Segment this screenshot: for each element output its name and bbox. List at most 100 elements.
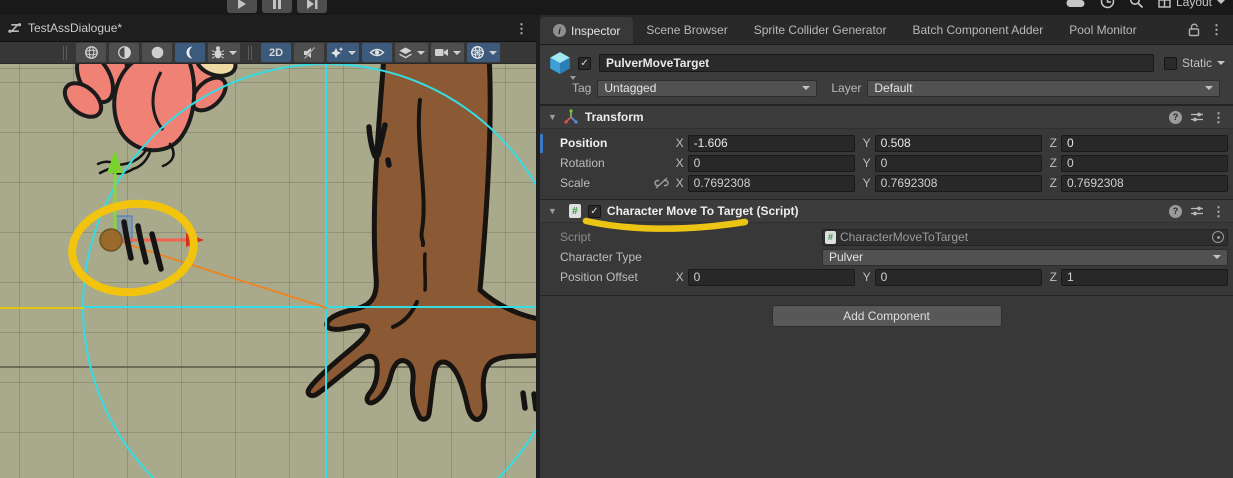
static-caret-icon[interactable]: [1217, 61, 1225, 65]
tag-label: Tag: [572, 81, 591, 95]
inspector-kebab-icon[interactable]: ⋮: [1210, 23, 1223, 36]
transform-header[interactable]: ▼ Transform ? ⋮: [540, 105, 1233, 129]
scale-y-field[interactable]: [875, 175, 1042, 192]
tab-sprite-collider-generator[interactable]: Sprite Collider Generator: [741, 15, 900, 44]
shading-shaded-wire-button[interactable]: [109, 43, 139, 62]
gizmo-orientation-button[interactable]: [467, 43, 500, 62]
layers-button[interactable]: [395, 43, 428, 62]
add-component-button[interactable]: Add Component: [772, 305, 1002, 327]
effects-button[interactable]: [327, 43, 359, 62]
layout-dropdown[interactable]: Layout: [1158, 0, 1225, 9]
debug-bug-button[interactable]: [208, 43, 240, 62]
help-icon[interactable]: ?: [1169, 205, 1182, 218]
step-button[interactable]: [297, 0, 327, 13]
rotation-label: Rotation: [560, 156, 676, 170]
tag-caret-icon: [802, 86, 810, 90]
static-group[interactable]: Static: [1164, 56, 1225, 70]
x-axis-label: X: [676, 136, 684, 150]
rotation-y-field[interactable]: [875, 155, 1042, 172]
tab-scene-browser[interactable]: Scene Browser: [633, 15, 740, 44]
object-picker-icon[interactable]: [1212, 231, 1224, 243]
target-dot[interactable]: [100, 229, 122, 251]
position-z-field[interactable]: [1061, 135, 1228, 152]
play-controls: [227, 0, 327, 13]
script-component-header[interactable]: ▼ # ✓ Character Move To Target (Script) …: [540, 199, 1233, 223]
shading-solid-button[interactable]: [142, 43, 172, 62]
cloud-icon[interactable]: [1066, 0, 1086, 9]
offset-z-field[interactable]: [1061, 269, 1228, 286]
active-checkbox[interactable]: ✓: [578, 57, 591, 70]
position-row: Position X Y Z: [540, 133, 1233, 153]
static-label: Static: [1182, 56, 1212, 70]
static-checkbox[interactable]: [1164, 57, 1177, 70]
scene-visibility-button[interactable]: [362, 43, 392, 62]
layers-icon: [398, 46, 413, 60]
history-icon[interactable]: [1100, 0, 1115, 9]
character-type-dropdown[interactable]: Pulver: [822, 249, 1228, 266]
transform-icon: [563, 109, 579, 125]
scene-lighting-button[interactable]: [175, 43, 205, 62]
gameobject-name-field[interactable]: [599, 54, 1154, 72]
audio-mute-button[interactable]: [294, 43, 324, 62]
eye-icon: [369, 46, 385, 59]
character-type-caret-icon: [1213, 255, 1221, 259]
tab-pool-monitor[interactable]: Pool Monitor: [1056, 15, 1149, 44]
tag-dropdown[interactable]: Untagged: [597, 80, 817, 97]
rotation-row: Rotation X Y Z: [540, 153, 1233, 173]
icon-caret-icon: [570, 76, 576, 80]
character-type-value: Pulver: [829, 250, 863, 264]
inspector-panel: i Inspector Scene Browser Sprite Collide…: [536, 15, 1233, 478]
position-y-field[interactable]: [875, 135, 1042, 152]
unlinked-scale-icon[interactable]: [654, 177, 669, 189]
pause-button[interactable]: [262, 0, 292, 13]
tab-batch-component-adder[interactable]: Batch Component Adder: [899, 15, 1056, 44]
tree-sprite[interactable]: [308, 64, 536, 419]
tab-inspector[interactable]: i Inspector: [540, 17, 633, 44]
component-kebab-icon[interactable]: ⋮: [1212, 205, 1225, 218]
gameobject-icon-wrap[interactable]: [548, 50, 578, 77]
offset-y-field[interactable]: [875, 269, 1042, 286]
shading-wireframe-button[interactable]: [76, 43, 106, 62]
unlock-icon[interactable]: [1188, 23, 1200, 37]
play-button[interactable]: [227, 0, 257, 13]
camera-button[interactable]: [431, 43, 464, 62]
presets-icon[interactable]: [1191, 112, 1203, 122]
offset-x-field[interactable]: [688, 269, 855, 286]
component-kebab-icon[interactable]: ⋮: [1212, 111, 1225, 124]
add-component-area: Add Component: [540, 295, 1233, 327]
bird-sprite[interactable]: [59, 64, 239, 173]
tab-label: Sprite Collider Generator: [754, 23, 887, 37]
rotation-z-field[interactable]: [1061, 155, 1228, 172]
main-toolbar: Layout: [0, 0, 1233, 15]
toolbar-drag-handle[interactable]: [63, 46, 71, 60]
layout-grid-icon: [1158, 0, 1171, 8]
orientation-globe-icon: [470, 45, 485, 60]
bug-caret-icon: [229, 51, 237, 55]
foldout-icon[interactable]: ▼: [548, 112, 557, 122]
search-icon[interactable]: [1129, 0, 1144, 9]
foldout-icon[interactable]: ▼: [548, 206, 557, 216]
inspector-tab-bar: i Inspector Scene Browser Sprite Collide…: [540, 15, 1233, 45]
layout-caret-icon: [1217, 0, 1225, 4]
transform-rows: Position X Y Z Rotation X Y Z Scale: [540, 129, 1233, 199]
scene-viewport[interactable]: [0, 64, 536, 478]
script-object-field[interactable]: # CharacterMoveToTarget: [822, 229, 1228, 246]
scale-x-field[interactable]: [688, 175, 855, 192]
scale-z-field[interactable]: [1061, 175, 1228, 192]
tab-label: Batch Component Adder: [912, 23, 1043, 37]
position-offset-row: Position Offset X Y Z: [540, 267, 1233, 287]
layer-dropdown[interactable]: Default: [867, 80, 1220, 97]
position-x-field[interactable]: [688, 135, 855, 152]
rotation-x-field[interactable]: [688, 155, 855, 172]
scale-label-text: Scale: [560, 176, 590, 190]
2d-mode-button[interactable]: 2D: [261, 43, 291, 62]
pause-icon: [272, 0, 282, 9]
scale-row: Scale X Y Z: [540, 173, 1233, 193]
presets-icon[interactable]: [1191, 206, 1203, 216]
scene-menu-kebab-icon[interactable]: ⋮: [515, 22, 528, 35]
scene-tab-title[interactable]: TestAssDialogue*: [28, 21, 122, 35]
script-enabled-checkbox[interactable]: ✓: [588, 205, 601, 218]
help-icon[interactable]: ?: [1169, 111, 1182, 124]
toolbar-drag-handle[interactable]: [248, 46, 256, 60]
scene-panel: TestAssDialogue* ⋮: [0, 15, 536, 478]
